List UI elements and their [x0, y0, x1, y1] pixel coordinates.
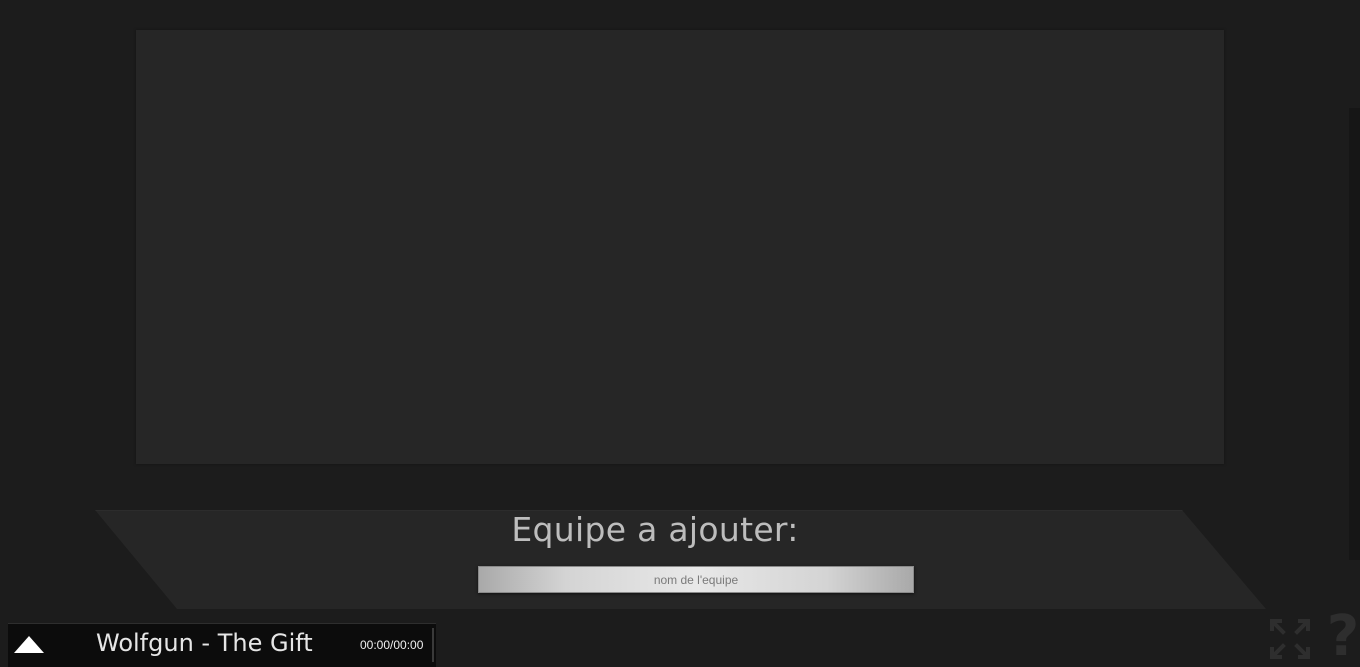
team-name-input[interactable] [478, 566, 914, 593]
triangle-up-icon[interactable] [12, 632, 46, 658]
add-team-title: Equipe a ajouter: [511, 510, 799, 549]
player-divider [432, 628, 434, 662]
teams-display-panel [136, 30, 1224, 464]
help-icon[interactable]: ? [1326, 606, 1360, 667]
fullscreen-icon[interactable] [1268, 617, 1312, 661]
right-scrollbar[interactable] [1349, 108, 1360, 560]
track-time: 00:00/00:00 [360, 638, 424, 652]
track-title: Wolfgun - The Gift [96, 629, 313, 657]
app-stage: Equipe a ajouter: Wolfgun - The Gift 00:… [0, 0, 1360, 667]
music-player-bar: Wolfgun - The Gift 00:00/00:00 [8, 623, 436, 667]
